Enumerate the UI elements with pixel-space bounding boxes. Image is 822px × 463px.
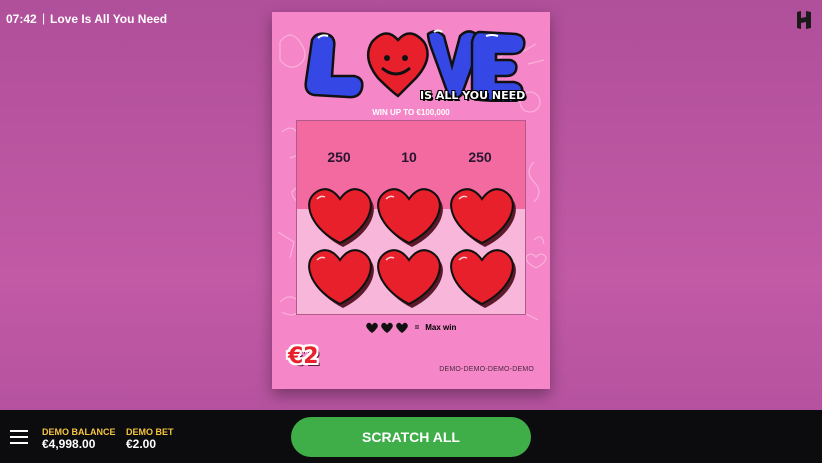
logo-tagline: IS ALL YOU NEED	[420, 89, 526, 102]
demo-watermark: DEMO-DEMO-DEMO-DEMO	[439, 366, 534, 373]
game-logo: IS ALL YOU NEED	[302, 22, 532, 112]
heart-icon	[365, 322, 378, 333]
clock-time: 07:42	[6, 12, 37, 26]
max-prize-text: WIN UP TO €100,000	[372, 108, 450, 117]
scratch-area[interactable]: 250 10 250	[296, 120, 526, 315]
hamburger-menu-icon[interactable]	[10, 430, 28, 444]
title-separator: |	[42, 11, 46, 25]
bottom-bar: DEMO BALANCE €4,998.00 DEMO BET €2.00 SC…	[0, 410, 822, 463]
hearts-grid	[308, 188, 516, 308]
scratch-ticket: IS ALL YOU NEED WIN UP TO €100,000 250 1…	[272, 12, 550, 389]
balance-label: DEMO BALANCE	[42, 427, 116, 437]
legend-equals: =	[414, 323, 420, 332]
max-win-legend: = Max win	[272, 322, 550, 333]
heart-icon	[395, 322, 408, 333]
heart-icon	[380, 322, 393, 333]
bet-value[interactable]: €2.00	[126, 437, 156, 451]
bet-label: DEMO BET	[126, 427, 174, 437]
ticket-price: €2	[288, 344, 319, 369]
balance-value: €4,998.00	[42, 437, 96, 451]
scratch-all-button[interactable]: SCRATCH ALL	[291, 417, 531, 457]
hacksaw-h-logo-icon	[797, 11, 811, 29]
legend-text: Max win	[425, 323, 457, 332]
game-title: Love Is All You Need	[50, 12, 168, 26]
